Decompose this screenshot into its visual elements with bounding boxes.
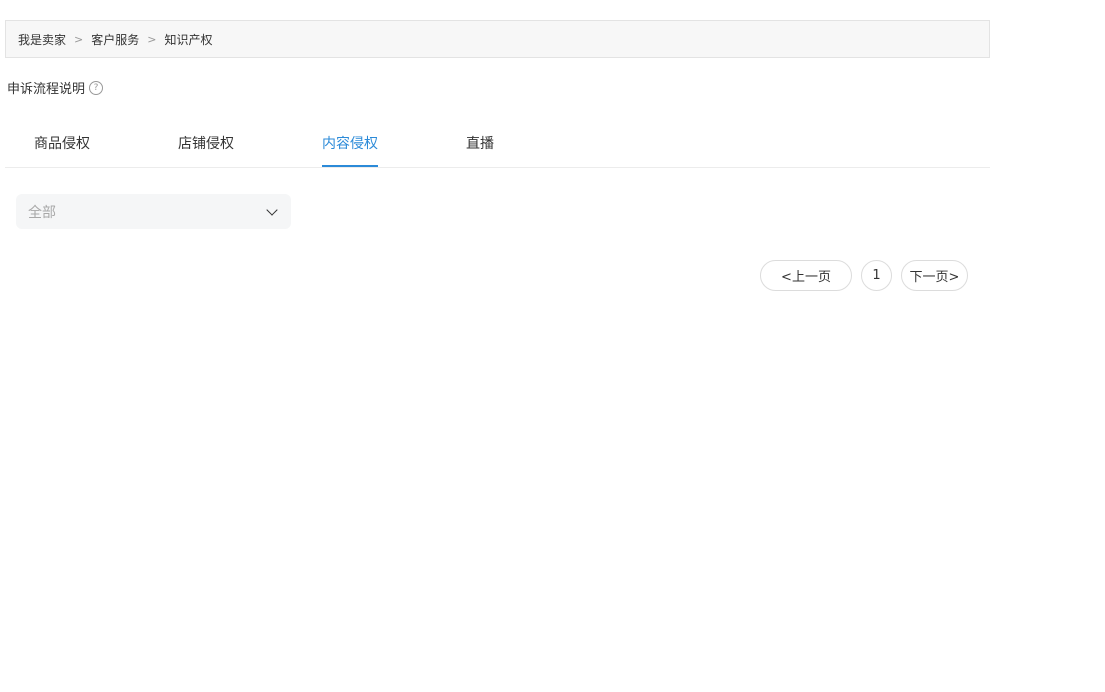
tab-live-stream[interactable]: 直播: [466, 125, 494, 167]
chevron-down-icon: [266, 203, 278, 216]
breadcrumb-separator: >: [147, 32, 157, 46]
status-filter-value: 全部: [28, 204, 56, 221]
breadcrumb-item-customer-service[interactable]: 客户服务: [91, 31, 139, 48]
infringement-tabs: 商品侵权 店铺侵权 内容侵权 直播: [5, 125, 990, 168]
breadcrumb: 我是卖家 > 客户服务 > 知识产权: [5, 20, 990, 58]
question-circle-icon[interactable]: ?: [89, 80, 104, 95]
tab-store-infringement[interactable]: 店铺侵权: [178, 125, 234, 167]
breadcrumb-separator: >: [74, 32, 84, 46]
page-number-button[interactable]: 1: [861, 260, 892, 291]
appeal-process-label[interactable]: 申诉流程说明: [7, 78, 85, 97]
breadcrumb-item-ip: 知识产权: [164, 32, 213, 47]
status-filter-select[interactable]: 全部: [16, 194, 291, 229]
prev-page-button[interactable]: <上一页: [760, 260, 852, 291]
tab-content-infringement[interactable]: 内容侵权: [322, 125, 378, 167]
breadcrumb-item-seller[interactable]: 我是卖家: [18, 31, 66, 48]
next-page-button[interactable]: 下一页>: [901, 260, 968, 291]
appeal-process-help: 申诉流程说明 ?: [7, 78, 104, 97]
tab-product-infringement[interactable]: 商品侵权: [34, 125, 90, 167]
